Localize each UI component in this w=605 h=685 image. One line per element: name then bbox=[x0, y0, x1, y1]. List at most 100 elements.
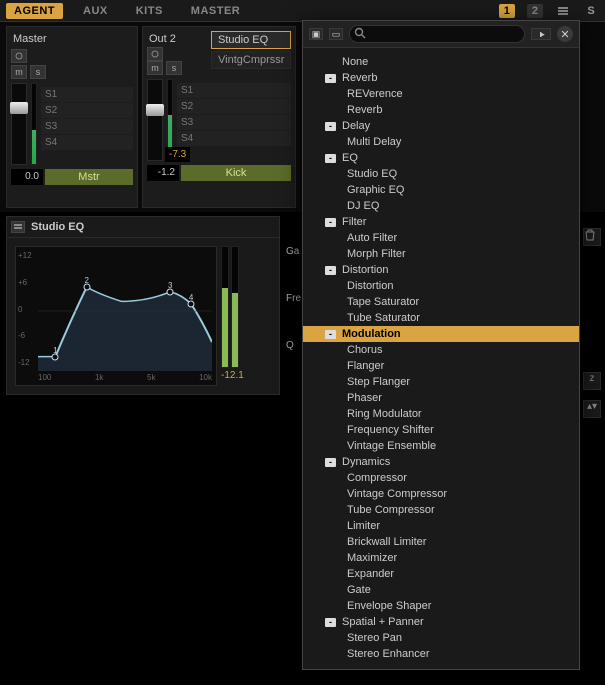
insert-slot-selected[interactable]: Studio EQ bbox=[211, 31, 291, 49]
level-meter bbox=[31, 83, 37, 165]
sends: S1 S2 S3 S4 bbox=[41, 87, 133, 165]
power-icon[interactable] bbox=[147, 47, 163, 61]
tree-item[interactable]: Stereo Enhancer bbox=[303, 646, 579, 662]
tree-category[interactable]: None bbox=[303, 54, 579, 70]
tree-item[interactable]: Gate bbox=[303, 582, 579, 598]
mute-button[interactable]: m bbox=[11, 65, 27, 79]
s-icon[interactable]: S bbox=[583, 3, 599, 19]
send-1[interactable]: S1 bbox=[41, 87, 133, 102]
tree-label: Stereo Pan bbox=[347, 632, 402, 644]
search-input[interactable] bbox=[349, 25, 525, 43]
tree-item[interactable]: Vintage Ensemble bbox=[303, 438, 579, 454]
page-1[interactable]: 1 bbox=[499, 4, 515, 18]
prev-next-icon[interactable]: ıı▸ bbox=[531, 28, 551, 40]
collapse-toggle-icon[interactable]: - bbox=[325, 122, 336, 131]
tree-category[interactable]: -Filter bbox=[303, 214, 579, 230]
page-2[interactable]: 2 bbox=[527, 4, 543, 18]
tree-category[interactable]: -Delay bbox=[303, 118, 579, 134]
expand-all-icon[interactable]: ▣ bbox=[309, 28, 323, 40]
collapse-toggle-icon[interactable]: - bbox=[325, 618, 336, 627]
tab-kits[interactable]: KITS bbox=[128, 3, 171, 19]
tree-item[interactable]: Maximizer bbox=[303, 550, 579, 566]
tree-item[interactable]: Tube Compressor bbox=[303, 502, 579, 518]
insert-slot[interactable]: VintgCmprssr bbox=[211, 51, 291, 69]
tree-item[interactable]: Limiter bbox=[303, 518, 579, 534]
collapse-toggle-icon[interactable]: - bbox=[325, 74, 336, 83]
fader[interactable] bbox=[11, 83, 27, 165]
tree-item[interactable]: Ring Modulator bbox=[303, 406, 579, 422]
eq-node-label: 2 bbox=[84, 276, 88, 285]
tree-item[interactable]: Distortion bbox=[303, 278, 579, 294]
tree-item[interactable]: Auto Filter bbox=[303, 230, 579, 246]
tree-category[interactable]: -Reverb bbox=[303, 70, 579, 86]
send-2[interactable]: S2 bbox=[177, 99, 291, 114]
tree-label: Delay bbox=[342, 120, 370, 132]
fader-value[interactable]: 0.0 bbox=[11, 169, 43, 185]
eq-graph[interactable]: +12 +6 0 -6 -12 1 2 3 4 bbox=[15, 246, 217, 386]
send-1[interactable]: S1 bbox=[177, 83, 291, 98]
channel-label[interactable]: Kick bbox=[181, 165, 291, 181]
collapse-toggle-icon[interactable]: - bbox=[325, 330, 336, 339]
tree-item[interactable]: Expander bbox=[303, 566, 579, 582]
tree-category[interactable]: -EQ bbox=[303, 150, 579, 166]
tree-item[interactable]: Envelope Shaper bbox=[303, 598, 579, 614]
tab-agent[interactable]: AGENT bbox=[6, 3, 63, 19]
tree-item[interactable]: DJ EQ bbox=[303, 198, 579, 214]
send-3[interactable]: S3 bbox=[41, 119, 133, 134]
collapse-toggle-icon[interactable]: - bbox=[325, 266, 336, 275]
tree-item[interactable]: Graphic EQ bbox=[303, 182, 579, 198]
tree-item[interactable]: REVerence bbox=[303, 86, 579, 102]
tree-item[interactable]: Flanger bbox=[303, 358, 579, 374]
collapse-toggle-icon[interactable]: - bbox=[325, 458, 336, 467]
bypass-icon[interactable] bbox=[11, 221, 25, 233]
tree-category[interactable]: -Distortion bbox=[303, 262, 579, 278]
tree-item[interactable]: Tape Saturator bbox=[303, 294, 579, 310]
send-4[interactable]: S4 bbox=[177, 131, 291, 146]
tab-master[interactable]: MASTER bbox=[183, 3, 248, 19]
eq-node-label: 3 bbox=[168, 281, 172, 290]
send-3[interactable]: S3 bbox=[177, 115, 291, 130]
tree-category[interactable]: -Modulation bbox=[303, 326, 579, 342]
tree-category[interactable]: -Spatial + Panner bbox=[303, 614, 579, 630]
collapse-all-icon[interactable]: ▭ bbox=[329, 28, 343, 40]
tree-label: Graphic EQ bbox=[347, 184, 404, 196]
channel-out2: Out 2 m s Studio EQ VintgCmprssr S1 S2 S… bbox=[142, 26, 296, 208]
mute-button[interactable]: m bbox=[147, 61, 163, 75]
tree-item[interactable]: Brickwall Limiter bbox=[303, 534, 579, 550]
tree-item[interactable]: Tube Saturator bbox=[303, 310, 579, 326]
tree-item[interactable]: Stereo Pan bbox=[303, 630, 579, 646]
tree-item[interactable]: Compressor bbox=[303, 470, 579, 486]
close-icon[interactable]: ✕ bbox=[557, 26, 573, 42]
unit-field[interactable]: z bbox=[583, 372, 601, 390]
eq-curve: 1 2 3 4 bbox=[38, 251, 212, 371]
tree-item[interactable]: Morph Filter bbox=[303, 246, 579, 262]
fader-value[interactable]: -1.2 bbox=[147, 165, 179, 181]
send-4[interactable]: S4 bbox=[41, 135, 133, 150]
output-meter-r bbox=[231, 246, 239, 368]
collapse-toggle-icon[interactable]: - bbox=[325, 154, 336, 163]
tree-item[interactable]: Phaser bbox=[303, 390, 579, 406]
power-icon[interactable] bbox=[11, 49, 27, 63]
spinner[interactable]: ▴▾ bbox=[583, 400, 601, 418]
settings-icon[interactable] bbox=[555, 3, 571, 19]
tree-item[interactable]: Vintage Compressor bbox=[303, 486, 579, 502]
tree-item[interactable]: Reverb bbox=[303, 102, 579, 118]
tree-item[interactable]: Studio EQ bbox=[303, 166, 579, 182]
channel-label[interactable]: Mstr bbox=[45, 169, 133, 185]
solo-button[interactable]: s bbox=[166, 61, 182, 75]
tree-label: Reverb bbox=[342, 72, 377, 84]
tree-item[interactable]: Multi Delay bbox=[303, 134, 579, 150]
eq-node-label: 1 bbox=[53, 346, 57, 355]
collapse-toggle-icon[interactable]: - bbox=[325, 218, 336, 227]
solo-button[interactable]: s bbox=[30, 65, 46, 79]
tree-item[interactable]: Chorus bbox=[303, 342, 579, 358]
fader[interactable] bbox=[147, 79, 163, 161]
send-2[interactable]: S2 bbox=[41, 103, 133, 118]
tree-item[interactable]: Frequency Shifter bbox=[303, 422, 579, 438]
tree-category[interactable]: -Dynamics bbox=[303, 454, 579, 470]
collapse-toggle-icon[interactable] bbox=[325, 58, 336, 67]
tab-aux[interactable]: AUX bbox=[75, 3, 116, 19]
trash-icon[interactable] bbox=[583, 228, 601, 246]
search-icon bbox=[354, 27, 366, 39]
tree-item[interactable]: Step Flanger bbox=[303, 374, 579, 390]
